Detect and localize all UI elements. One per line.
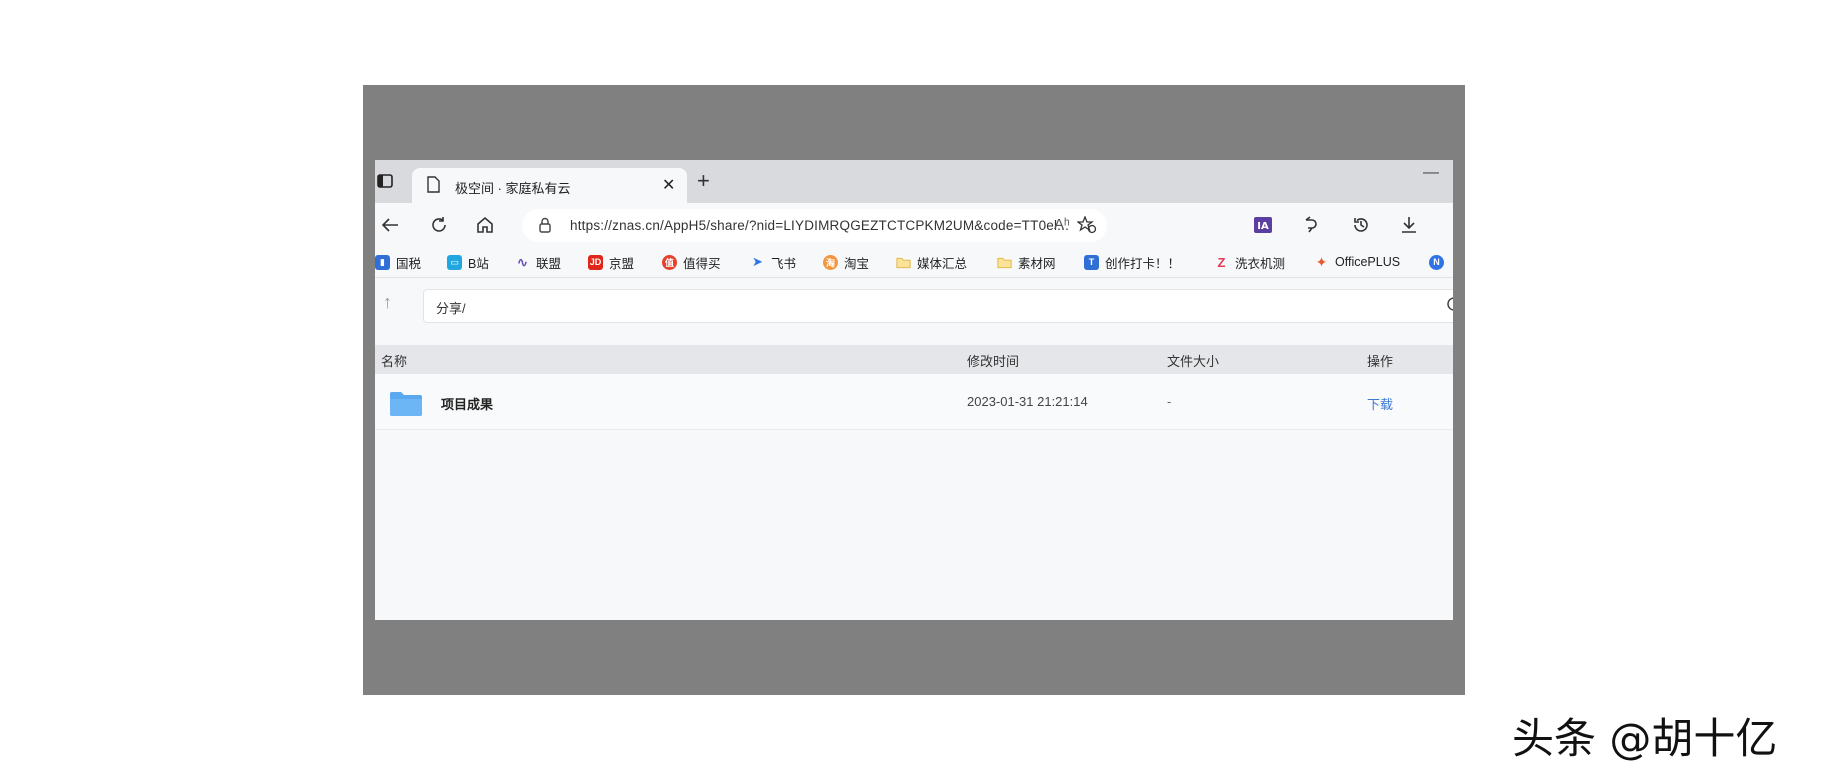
bookmark-item[interactable]: 值 值得买 [662,252,721,272]
bookmark-item[interactable]: T 创作打卡！！ [1084,252,1180,272]
bookmark-label: 联盟 [536,256,562,271]
bilibili-icon: ▭ [447,254,462,270]
path-bar: ↑ 分享/ [375,278,1453,332]
svg-text:IA: IA [1257,221,1269,232]
immersive-reader-icon[interactable]: IA [1251,213,1275,237]
refresh-icon[interactable] [427,213,451,237]
extension-icon[interactable] [1299,213,1323,237]
bookmark-item[interactable]: N [1429,252,1450,272]
file-modified: 2023-01-31 21:21:14 [967,394,1088,409]
taobao-icon: 淘 [823,254,838,270]
bookmark-item[interactable]: ∿ 联盟 [515,252,561,272]
bookmark-label: 值得买 [683,256,721,271]
table-header: 名称 修改时间 文件大小 操作 [375,345,1453,374]
url-text: https://znas.cn/AppH5/share/?nid=LIYDIMR… [570,218,1070,233]
watermark: 头条 @胡十亿 [1512,714,1778,763]
minimize-button[interactable]: — [1423,164,1439,182]
home-icon[interactable] [473,213,497,237]
add-favorite-icon[interactable] [1076,215,1097,239]
tax-icon: ▮ [375,254,390,270]
download-icon[interactable] [1397,213,1421,237]
folder-icon [389,391,423,420]
back-icon[interactable] [378,213,402,237]
search-icon[interactable] [1446,296,1453,319]
bookmark-label: 飞书 [771,256,797,271]
column-actions-header: 操作 [1367,354,1394,369]
bookmark-label: 创作打卡！！ [1105,256,1181,271]
feishu-icon: ➤ [752,254,763,269]
page-icon [426,176,440,198]
new-tab-button[interactable]: + [697,170,710,192]
column-size-header[interactable]: 文件大小 [1167,351,1219,370]
z-icon: Z [1217,254,1226,270]
smzdm-icon: 值 [662,254,677,270]
address-bar[interactable]: https://znas.cn/AppH5/share/?nid=LIYDIMR… [522,209,1107,242]
bookmark-item[interactable]: ➤ 飞书 [750,252,796,272]
officeplus-icon: ✦ [1315,253,1328,270]
folder-icon [997,255,1012,270]
bookmark-item[interactable]: 淘 淘宝 [823,252,869,272]
active-tab[interactable]: 极空间 · 家庭私有云 ✕ [412,168,687,203]
up-arrow-icon[interactable]: ↑ [383,292,392,313]
bookmark-label: OfficePLUS [1335,255,1401,269]
lock-icon [538,217,552,238]
tab-close-icon[interactable]: ✕ [662,175,675,195]
file-name[interactable]: 项目成果 [441,394,493,413]
path-input[interactable]: 分享/ [423,289,1453,323]
bookmark-label: 国税 [396,256,422,271]
sidebar-toggle-icon[interactable] [375,172,395,190]
bookmark-item[interactable]: 素材网 [997,252,1056,272]
bookmark-label: 淘宝 [844,256,870,271]
bookmark-label: B站 [468,256,489,271]
download-link[interactable]: 下载 [1367,394,1393,413]
tab-title: 极空间 · 家庭私有云 [455,181,571,196]
bookmark-item[interactable]: 媒体汇总 [896,252,967,272]
bookmark-label: 京盟 [609,256,635,271]
tab-bar: 极空间 · 家庭私有云 ✕ + — [375,160,1453,203]
bookmark-item[interactable]: JD 京盟 [588,252,634,272]
n-icon: N [1429,254,1444,270]
bookmark-item[interactable]: ▮ 国税 [375,252,421,272]
bookmark-item[interactable]: ▭ B站 [447,252,489,272]
browser-window: 极空间 · 家庭私有云 ✕ + — https://znas.cn/AppH5/… [375,160,1453,620]
jd-icon: JD [588,254,603,270]
bookmark-item[interactable]: ✦ OfficePLUS [1314,252,1400,272]
column-modified-header[interactable]: 修改时间 [967,351,1019,370]
browser-toolbar: https://znas.cn/AppH5/share/?nid=LIYDIMR… [375,203,1453,247]
table-row[interactable]: 项目成果 2023-01-31 21:21:14 - 下载 [375,374,1453,430]
read-aloud-icon[interactable]: Aʰ [1054,216,1070,233]
wave-icon: ∿ [516,253,529,270]
path-text: 分享/ [436,301,466,316]
bookmark-label: 洗衣机测 [1235,256,1286,271]
column-name-header[interactable]: 名称 [381,351,407,370]
bookmark-label: 媒体汇总 [917,256,968,271]
file-size: - [1167,394,1172,409]
folder-icon [896,255,911,270]
checkin-icon: T [1084,254,1099,270]
bookmarks-bar: ▮ 国税 ▭ B站 ∿ 联盟 JD 京盟 值 值得买 ➤ 飞书 淘 淘宝 媒体汇… [375,247,1453,278]
history-icon[interactable] [1349,213,1373,237]
bookmark-label: 素材网 [1018,256,1056,271]
bookmark-item[interactable]: Z 洗衣机测 [1214,252,1286,272]
